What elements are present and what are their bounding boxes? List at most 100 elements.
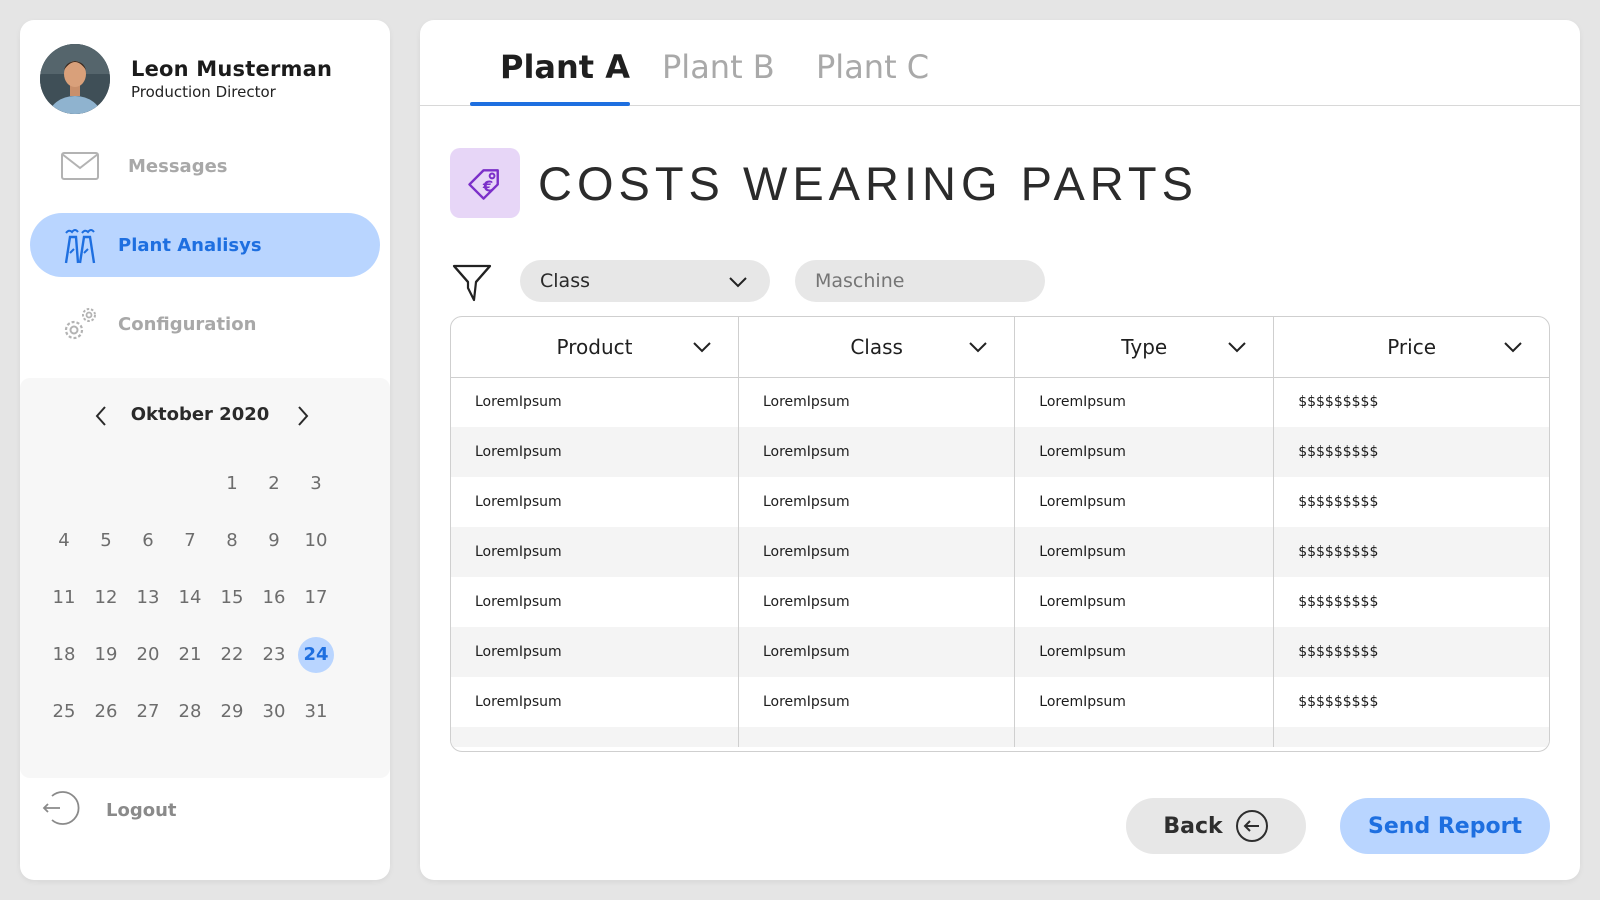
calendar-day[interactable]: 14: [172, 580, 208, 616]
calendar-day[interactable]: 5: [88, 523, 124, 559]
calendar-day[interactable]: 30: [256, 694, 292, 730]
column-label-type: Type: [1121, 334, 1168, 359]
table-cell-empty: [738, 727, 1016, 747]
tab-plant-a[interactable]: Plant A: [500, 48, 630, 86]
calendar-day[interactable]: 9: [256, 523, 292, 559]
table-row-partial: [451, 727, 1549, 747]
table-cell: $$$$$$$$$: [1273, 477, 1549, 527]
table-cell: LoremIpsum: [451, 677, 739, 727]
column-header-product[interactable]: Product: [451, 317, 739, 378]
table-row[interactable]: LoremIpsum LoremIpsum LoremIpsum $$$$$$$$$: [451, 377, 1549, 427]
nav-item-configuration[interactable]: Configuration: [30, 292, 380, 356]
calendar-day[interactable]: 29: [214, 694, 250, 730]
calendar-day[interactable]: 4: [46, 523, 82, 559]
calendar-day[interactable]: 10: [298, 523, 334, 559]
table-cell: LoremIpsum: [738, 477, 1016, 527]
chevron-down-icon: [968, 337, 988, 357]
calendar-day[interactable]: 8: [214, 523, 250, 559]
table-row[interactable]: LoremIpsum LoremIpsum LoremIpsum $$$$$$$$$: [451, 527, 1549, 577]
calendar-header: Oktober 2020: [20, 396, 390, 436]
calendar-day[interactable]: 19: [88, 637, 124, 673]
machine-input[interactable]: [795, 260, 1045, 302]
calendar-day[interactable]: 13: [130, 580, 166, 616]
table-cell-empty: [1014, 727, 1275, 747]
logout-icon: [40, 788, 80, 832]
chevron-down-icon: [1503, 337, 1523, 357]
calendar-day[interactable]: 24: [298, 637, 334, 673]
send-report-button[interactable]: Send Report: [1340, 798, 1550, 854]
calendar: Oktober 2020 1 2 3 4 5 6 7 8 9 10 11 12 13 14 15 16 17 18…: [20, 378, 390, 778]
table-cell: LoremIpsum: [738, 677, 1016, 727]
calendar-day[interactable]: 31: [298, 694, 334, 730]
page-title: COSTS WEARING PARTS: [538, 156, 1198, 210]
mail-icon: [60, 146, 100, 186]
column-header-class[interactable]: Class: [738, 317, 1016, 378]
table-cell: LoremIpsum: [1014, 527, 1275, 577]
calendar-day[interactable]: 16: [256, 580, 292, 616]
calendar-day[interactable]: 23: [256, 637, 292, 673]
table-row[interactable]: LoremIpsum LoremIpsum LoremIpsum $$$$$$$$$: [451, 477, 1549, 527]
table-cell: LoremIpsum: [451, 527, 739, 577]
calendar-day[interactable]: 15: [214, 580, 250, 616]
calendar-day[interactable]: 20: [130, 637, 166, 673]
table-row[interactable]: LoremIpsum LoremIpsum LoremIpsum $$$$$$$$$: [451, 627, 1549, 677]
table-cell: LoremIpsum: [738, 627, 1016, 677]
calendar-day[interactable]: 27: [130, 694, 166, 730]
calendar-day[interactable]: 11: [46, 580, 82, 616]
table-cell: LoremIpsum: [451, 427, 739, 477]
tab-plant-b[interactable]: Plant B: [662, 48, 775, 86]
svg-text:€: €: [482, 178, 493, 196]
table-cell: LoremIpsum: [451, 377, 739, 427]
avatar-image: [40, 44, 110, 114]
table-cell: LoremIpsum: [1014, 677, 1275, 727]
calendar-next-icon[interactable]: [290, 404, 314, 428]
user-profile: Leon Musterman Production Director: [40, 44, 332, 114]
calendar-day[interactable]: 21: [172, 637, 208, 673]
column-header-type[interactable]: Type: [1014, 317, 1275, 378]
table-cell: $$$$$$$$$: [1273, 627, 1549, 677]
calendar-day[interactable]: 3: [298, 466, 334, 502]
column-label-product: Product: [556, 334, 633, 359]
calendar-day[interactable]: 22: [214, 637, 250, 673]
price-tag-euro-icon: €: [450, 148, 520, 218]
arrow-left-circle-icon: [1235, 809, 1269, 843]
table-cell: $$$$$$$$$: [1273, 527, 1549, 577]
user-name: Leon Musterman: [131, 57, 333, 81]
table-cell: LoremIpsum: [738, 377, 1016, 427]
nav-item-plant-analysis[interactable]: Plant Analisys: [30, 213, 380, 277]
calendar-day[interactable]: 28: [172, 694, 208, 730]
calendar-day[interactable]: 17: [298, 580, 334, 616]
back-button[interactable]: Back: [1126, 798, 1306, 854]
nav-item-messages[interactable]: Messages: [30, 134, 380, 198]
table-row[interactable]: LoremIpsum LoremIpsum LoremIpsum $$$$$$$$$: [451, 677, 1549, 727]
calendar-day[interactable]: 1: [214, 466, 250, 502]
calendar-day[interactable]: 2: [256, 466, 292, 502]
filter-icon[interactable]: [450, 260, 494, 304]
table-cell: LoremIpsum: [738, 577, 1016, 627]
table-row[interactable]: LoremIpsum LoremIpsum LoremIpsum $$$$$$$$$: [451, 577, 1549, 627]
class-dropdown[interactable]: Class: [520, 260, 770, 302]
table-cell: LoremIpsum: [738, 527, 1016, 577]
page-header: € COSTS WEARING PARTS: [450, 148, 1198, 218]
logout-label: Logout: [106, 799, 177, 821]
gears-icon: [60, 304, 100, 344]
table-cell: LoremIpsum: [1014, 427, 1275, 477]
calendar-day[interactable]: 25: [46, 694, 82, 730]
calendar-day[interactable]: 6: [130, 523, 166, 559]
calendar-day[interactable]: 26: [88, 694, 124, 730]
calendar-day[interactable]: 7: [172, 523, 208, 559]
table-cell: $$$$$$$$$: [1273, 577, 1549, 627]
costs-table: Product Class Type Price LoremIpsum Lorem…: [450, 316, 1550, 752]
column-label-price: Price: [1387, 334, 1436, 359]
table-cell: LoremIpsum: [1014, 477, 1275, 527]
table-cell: LoremIpsum: [451, 477, 739, 527]
column-header-price[interactable]: Price: [1273, 317, 1549, 378]
calendar-day[interactable]: 12: [88, 580, 124, 616]
table-row[interactable]: LoremIpsum LoremIpsum LoremIpsum $$$$$$$$$: [451, 427, 1549, 477]
table-cell-empty: [1273, 727, 1549, 747]
tab-plant-c[interactable]: Plant C: [816, 48, 929, 86]
chevron-down-icon: [692, 337, 712, 357]
calendar-day[interactable]: 18: [46, 637, 82, 673]
logout-button[interactable]: Logout: [40, 790, 177, 830]
nav-label-plant-analysis: Plant Analisys: [118, 234, 262, 256]
